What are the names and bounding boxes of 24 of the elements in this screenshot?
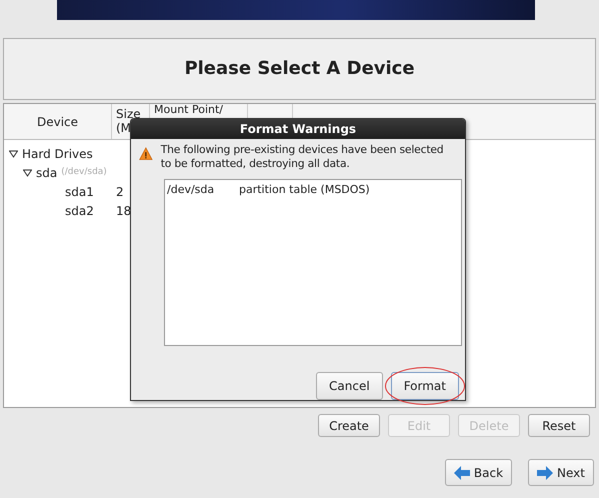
left-arrow-icon: [454, 466, 470, 480]
device-name: sda: [36, 164, 58, 182]
page-title: Please Select A Device: [184, 58, 415, 80]
list-cell-text: /dev/sda: [167, 182, 216, 198]
action-button[interactable]: Reset: [528, 414, 590, 437]
device-name: sda1: [65, 184, 94, 200]
size-cell-text: 18: [116, 202, 132, 220]
expanded-arrow-icon[interactable]: [23, 168, 32, 176]
list-cell-text: partition table (MSDOS): [239, 182, 370, 198]
warning-message: The following pre-existing devices have been selected to be formatted, destroying all data.: [160, 143, 444, 172]
device-name: sda2: [65, 202, 94, 220]
expanded-arrow-icon[interactable]: [9, 150, 18, 158]
size-cell-text: 2: [116, 184, 124, 200]
column-header[interactable]: Mount Point/: [154, 104, 223, 116]
action-button[interactable]: Create: [318, 414, 380, 437]
next-button[interactable]: Next: [528, 459, 594, 486]
dialog-title: Format Warnings: [131, 119, 465, 139]
right-arrow-icon: [537, 466, 554, 480]
dialog-button[interactable]: Cancel: [316, 372, 383, 400]
column-header[interactable]: Device: [36, 112, 78, 130]
dialog-button[interactable]: Format: [390, 372, 459, 400]
back-button[interactable]: Back: [444, 459, 512, 486]
device-path: (/dev/sda): [61, 166, 107, 179]
device-name: Hard Drives: [22, 146, 93, 162]
